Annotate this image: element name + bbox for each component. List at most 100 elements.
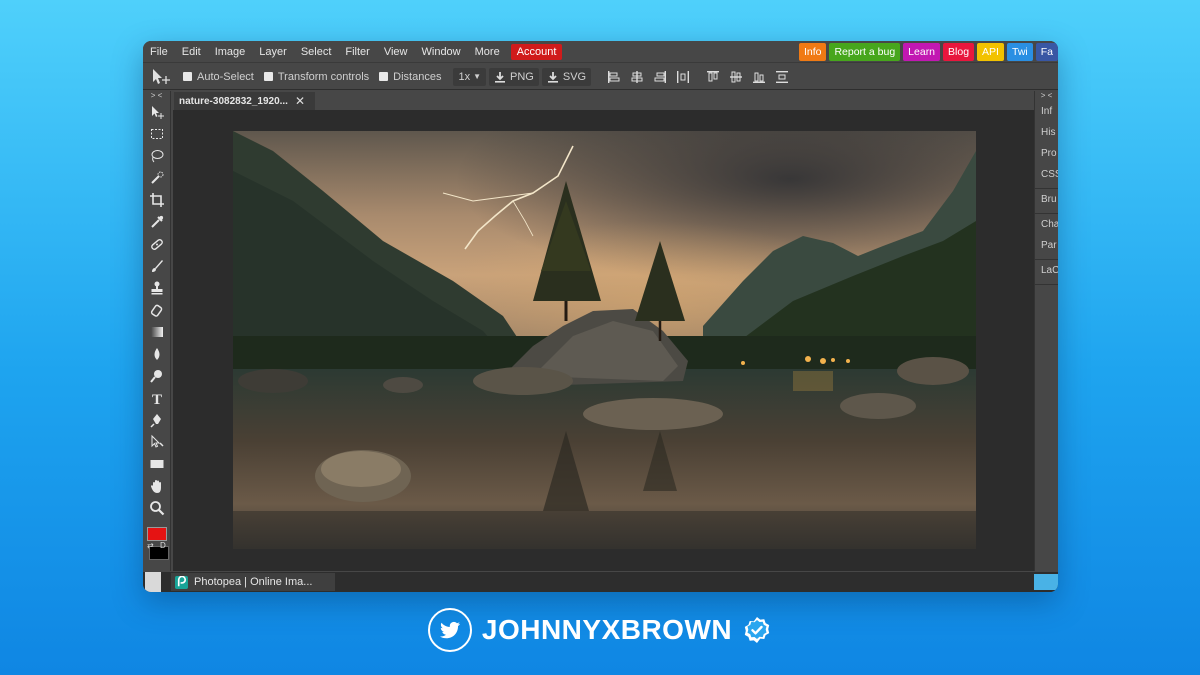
layer-comps-panel-tab[interactable]: LaC bbox=[1035, 260, 1058, 281]
menu-edit[interactable]: Edit bbox=[175, 41, 208, 63]
account-button[interactable]: Account bbox=[510, 43, 563, 60]
zoom-value: 1x bbox=[458, 70, 471, 83]
transform-controls-checkbox[interactable]: Transform controls bbox=[263, 70, 370, 83]
menu-view[interactable]: View bbox=[377, 41, 415, 63]
png-label: PNG bbox=[510, 70, 534, 83]
swap-colors-icon[interactable]: ⇄ bbox=[147, 541, 154, 550]
paragraph-panel-tab[interactable]: Par bbox=[1035, 235, 1058, 256]
info-link[interactable]: Info bbox=[798, 43, 827, 61]
photopea-window: File Edit Image Layer Select Filter View… bbox=[143, 41, 1058, 592]
dodge-tool-icon[interactable] bbox=[143, 365, 171, 387]
twitter-link[interactable]: Twi bbox=[1006, 43, 1033, 61]
foreground-color-swatch[interactable] bbox=[147, 527, 167, 541]
checkbox-box[interactable] bbox=[379, 72, 389, 81]
external-links: Info Report a bug Learn Blog API Twi Fa bbox=[798, 43, 1058, 61]
checkbox-box[interactable] bbox=[263, 72, 273, 81]
distances-label: Distances bbox=[393, 70, 442, 83]
align-middle-icon[interactable] bbox=[729, 70, 743, 84]
show-desktop-button[interactable] bbox=[1034, 574, 1058, 590]
marquee-tool-icon[interactable] bbox=[143, 123, 171, 145]
align-center-icon[interactable] bbox=[630, 70, 644, 84]
distribute-vertical-icon[interactable] bbox=[775, 70, 789, 84]
canvas-area[interactable] bbox=[173, 110, 1034, 571]
gradient-tool-icon[interactable] bbox=[143, 321, 171, 343]
api-link[interactable]: API bbox=[977, 43, 1004, 61]
menu-select[interactable]: Select bbox=[294, 41, 339, 63]
close-icon[interactable]: ✕ bbox=[295, 94, 305, 108]
photopea-logo-icon bbox=[175, 575, 188, 589]
auto-select-checkbox[interactable]: Auto-Select bbox=[183, 71, 254, 83]
svg-label: SVG bbox=[562, 70, 587, 83]
path-select-icon[interactable] bbox=[143, 431, 171, 453]
menu-filter[interactable]: Filter bbox=[338, 41, 376, 63]
default-colors-icon[interactable]: D bbox=[160, 541, 166, 550]
collapse-toolbar-button[interactable]: > < bbox=[143, 91, 170, 101]
download-icon bbox=[495, 71, 506, 83]
align-top-icon[interactable] bbox=[706, 70, 720, 84]
options-bar: Auto-Select Transform controls Distances… bbox=[143, 64, 1058, 90]
type-tool-icon[interactable]: T bbox=[143, 387, 171, 409]
crop-tool-icon[interactable] bbox=[143, 189, 171, 211]
quick-select-icon[interactable] bbox=[143, 167, 171, 189]
footer-branding: JOHNNYXBROWN bbox=[0, 605, 1200, 655]
tools-panel: > < T ⇄ D bbox=[143, 91, 171, 571]
zoom-tool-icon[interactable] bbox=[143, 497, 171, 519]
checkbox-box[interactable] bbox=[183, 72, 192, 81]
clone-stamp-icon[interactable] bbox=[143, 277, 171, 299]
transform-controls-label: Transform controls bbox=[277, 70, 370, 83]
character-panel-tab[interactable]: Cha bbox=[1035, 214, 1058, 235]
menu-window[interactable]: Window bbox=[415, 41, 468, 63]
blur-tool-icon[interactable] bbox=[143, 343, 171, 365]
css-panel-tab[interactable]: CSS bbox=[1035, 164, 1058, 185]
menu-bar: File Edit Image Layer Select Filter View… bbox=[143, 41, 1058, 63]
align-right-icon[interactable] bbox=[653, 70, 667, 84]
panels-dock: > < Inf His Pro CSS Bru Cha Par LaC bbox=[1034, 91, 1058, 571]
eyedropper-icon[interactable] bbox=[143, 211, 171, 233]
align-controls bbox=[607, 70, 690, 84]
move-tool-icon[interactable] bbox=[143, 101, 171, 123]
menu-more[interactable]: More bbox=[468, 41, 507, 63]
collapse-panels-button[interactable]: > < bbox=[1035, 91, 1058, 101]
taskbar-item-label: Photopea | Online Ima... bbox=[194, 576, 313, 588]
document-tab-title: nature-3082832_1920... bbox=[179, 95, 288, 107]
document-image bbox=[233, 131, 976, 549]
healing-brush-icon[interactable] bbox=[143, 233, 171, 255]
hand-tool-icon[interactable] bbox=[143, 475, 171, 497]
history-panel-tab[interactable]: His bbox=[1035, 122, 1058, 143]
twitter-bird-icon bbox=[427, 608, 472, 652]
pen-tool-icon[interactable] bbox=[143, 409, 171, 431]
brush-panel-tab[interactable]: Bru bbox=[1035, 189, 1058, 210]
verified-badge-icon bbox=[744, 617, 770, 643]
taskbar-item-photopea[interactable]: Photopea | Online Ima... bbox=[171, 573, 335, 591]
align-left-icon[interactable] bbox=[607, 70, 621, 84]
document-tab[interactable]: nature-3082832_1920... ✕ bbox=[174, 92, 315, 110]
export-svg-button[interactable]: SVG bbox=[541, 67, 592, 86]
export-png-button[interactable]: PNG bbox=[489, 67, 539, 86]
eraser-icon[interactable] bbox=[143, 299, 171, 321]
menu-image[interactable]: Image bbox=[208, 41, 253, 63]
properties-panel-tab[interactable]: Pro bbox=[1035, 143, 1058, 164]
blog-link[interactable]: Blog bbox=[943, 43, 975, 61]
menu-file[interactable]: File bbox=[143, 41, 175, 63]
info-panel-tab[interactable]: Inf bbox=[1035, 101, 1058, 122]
download-icon bbox=[547, 71, 558, 83]
align-vertical-controls bbox=[706, 70, 789, 84]
facebook-link[interactable]: Fa bbox=[1035, 43, 1058, 61]
brush-tool-icon[interactable] bbox=[143, 255, 171, 277]
panel-divider bbox=[1035, 281, 1058, 285]
learn-link[interactable]: Learn bbox=[903, 43, 941, 61]
move-tool-options-icon[interactable] bbox=[149, 66, 173, 88]
chevron-down-icon: ▼ bbox=[473, 72, 482, 81]
twitter-handle: JOHNNYXBROWN bbox=[481, 614, 733, 645]
start-button[interactable] bbox=[145, 572, 161, 592]
auto-select-label: Auto-Select bbox=[197, 70, 254, 83]
taskbar: Photopea | Online Ima... bbox=[143, 572, 1058, 592]
report-bug-link[interactable]: Report a bug bbox=[829, 43, 901, 61]
distances-checkbox[interactable]: Distances bbox=[379, 71, 441, 83]
menu-layer[interactable]: Layer bbox=[252, 41, 294, 63]
distribute-horizontal-icon[interactable] bbox=[676, 70, 690, 84]
align-bottom-icon[interactable] bbox=[752, 70, 766, 84]
shape-tool-icon[interactable] bbox=[143, 453, 171, 475]
zoom-dropdown[interactable]: 1x ▼ bbox=[453, 67, 487, 86]
lasso-tool-icon[interactable] bbox=[143, 145, 171, 167]
